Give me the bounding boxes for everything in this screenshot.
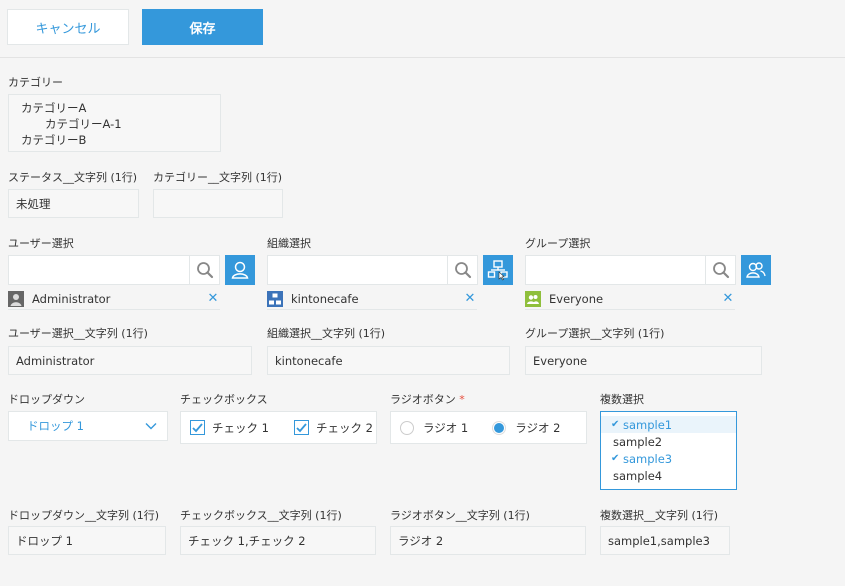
cancel-button[interactable]: キャンセル (7, 9, 129, 45)
close-icon[interactable]: ✕ (721, 291, 735, 306)
category-item[interactable]: カテゴリーA-1 (21, 116, 208, 132)
group-text-label: グループ選択__文字列 (1行) (525, 327, 665, 340)
user-picker-button[interactable] (225, 255, 255, 285)
dropdown-select[interactable]: ドロップ 1 (8, 411, 168, 441)
org-search-button[interactable] (448, 255, 478, 285)
save-button[interactable]: 保存 (142, 9, 263, 45)
status-text-label: ステータス__文字列 (1行) (8, 171, 138, 184)
radio-text-field: ラジオ 2 (390, 526, 586, 555)
status-text-field: 未処理 (8, 189, 139, 218)
checkbox-text-label: チェックボックス__文字列 (1行) (180, 509, 342, 522)
search-icon (712, 262, 729, 279)
group-avatar-icon (525, 290, 541, 307)
group-text-field: Everyone (525, 346, 762, 375)
org-entity-name: kintonecafe (291, 291, 359, 306)
dropdown-value: ドロップ 1 (27, 419, 84, 433)
group-select-label: グループ選択 (525, 237, 591, 250)
user-select-label: ユーザー選択 (8, 237, 74, 250)
radio-circle[interactable] (492, 420, 507, 435)
radio-text-label: ラジオボタン__文字列 (1行) (390, 509, 530, 522)
organization-icon (487, 260, 508, 281)
close-icon[interactable]: ✕ (206, 291, 220, 306)
radio-option-2[interactable]: ラジオ 2 (492, 420, 561, 436)
multi-select-list[interactable]: ✔ sample1 sample2 ✔ sample3 sample4 (600, 411, 737, 490)
category-item[interactable]: カテゴリーA (21, 100, 208, 116)
org-text-label: 組織選択__文字列 (1行) (267, 327, 386, 340)
org-select-label: 組織選択 (267, 237, 311, 250)
category-item[interactable]: カテゴリーB (21, 132, 208, 148)
category-text-label: カテゴリー__文字列 (1行) (153, 171, 283, 184)
checkbox-box[interactable] (293, 420, 309, 435)
radio-dot (494, 422, 505, 433)
checkbox-option-1[interactable]: チェック 1 (190, 420, 269, 436)
checkbox-option-label: チェック 2 (315, 420, 373, 435)
dropdown-text-field: ドロップ 1 (8, 526, 166, 555)
org-avatar-icon (267, 290, 283, 307)
user-search-input[interactable] (8, 255, 190, 285)
radio-option-1[interactable]: ラジオ 1 (400, 420, 468, 436)
group-icon (746, 262, 766, 278)
multi-select-label: 複数選択 (600, 393, 644, 406)
multi-option-2[interactable]: sample2 (601, 433, 736, 450)
org-text-field: kintonecafe (267, 346, 510, 375)
search-icon (454, 262, 471, 279)
group-entity-name: Everyone (549, 291, 604, 306)
category-text-field (153, 189, 283, 218)
group-search-button[interactable] (706, 255, 736, 285)
checkbox-option-2[interactable]: チェック 2 (293, 420, 373, 436)
chevron-down-icon (145, 423, 157, 430)
radio-label: ラジオボタン * (390, 393, 465, 406)
user-text-field: Administrator (8, 346, 252, 375)
dropdown-label: ドロップダウン (8, 393, 85, 406)
multi-option-1[interactable]: ✔ sample1 (601, 416, 736, 433)
category-tree: カテゴリーA カテゴリーA-1 カテゴリーB (8, 94, 221, 152)
group-search-input[interactable] (525, 255, 706, 285)
radio-group: ラジオ 1 ラジオ 2 (390, 411, 587, 444)
org-entity: kintonecafe ✕ (267, 288, 477, 310)
search-icon (196, 262, 213, 279)
check-icon: ✔ (611, 419, 620, 430)
org-search-input[interactable] (267, 255, 448, 285)
category-label: カテゴリー (8, 76, 63, 89)
checkbox-label: チェックボックス (180, 393, 268, 406)
checkbox-group: チェック 1 チェック 2 (180, 411, 377, 444)
radio-option-label: ラジオ 1 (423, 420, 469, 435)
checkbox-box[interactable] (190, 420, 205, 435)
required-mark: * (459, 393, 465, 406)
user-avatar-icon (8, 290, 24, 307)
close-icon[interactable]: ✕ (463, 291, 477, 306)
multi-text-field: sample1,sample3 (600, 526, 730, 555)
group-entity: Everyone ✕ (525, 288, 735, 310)
multi-option-3[interactable]: ✔ sample3 (601, 450, 736, 467)
checkbox-text-field: チェック 1,チェック 2 (180, 526, 376, 555)
dropdown-text-label: ドロップダウン__文字列 (1行) (8, 509, 160, 522)
multi-text-label: 複数選択__文字列 (1行) (600, 509, 719, 522)
check-icon (192, 422, 203, 432)
user-entity-name: Administrator (32, 291, 111, 306)
user-text-label: ユーザー選択__文字列 (1行) (8, 327, 148, 340)
multi-option-4[interactable]: sample4 (601, 467, 736, 484)
radio-circle[interactable] (400, 420, 414, 435)
check-icon: ✔ (611, 453, 620, 464)
radio-option-label: ラジオ 2 (515, 420, 561, 435)
group-picker-button[interactable] (741, 255, 771, 285)
user-icon (231, 261, 249, 279)
check-icon (296, 422, 307, 432)
user-search-button[interactable] (190, 255, 220, 285)
org-picker-button[interactable] (483, 255, 513, 285)
checkbox-option-label: チェック 1 (212, 420, 269, 435)
user-entity: Administrator ✕ (8, 288, 220, 310)
